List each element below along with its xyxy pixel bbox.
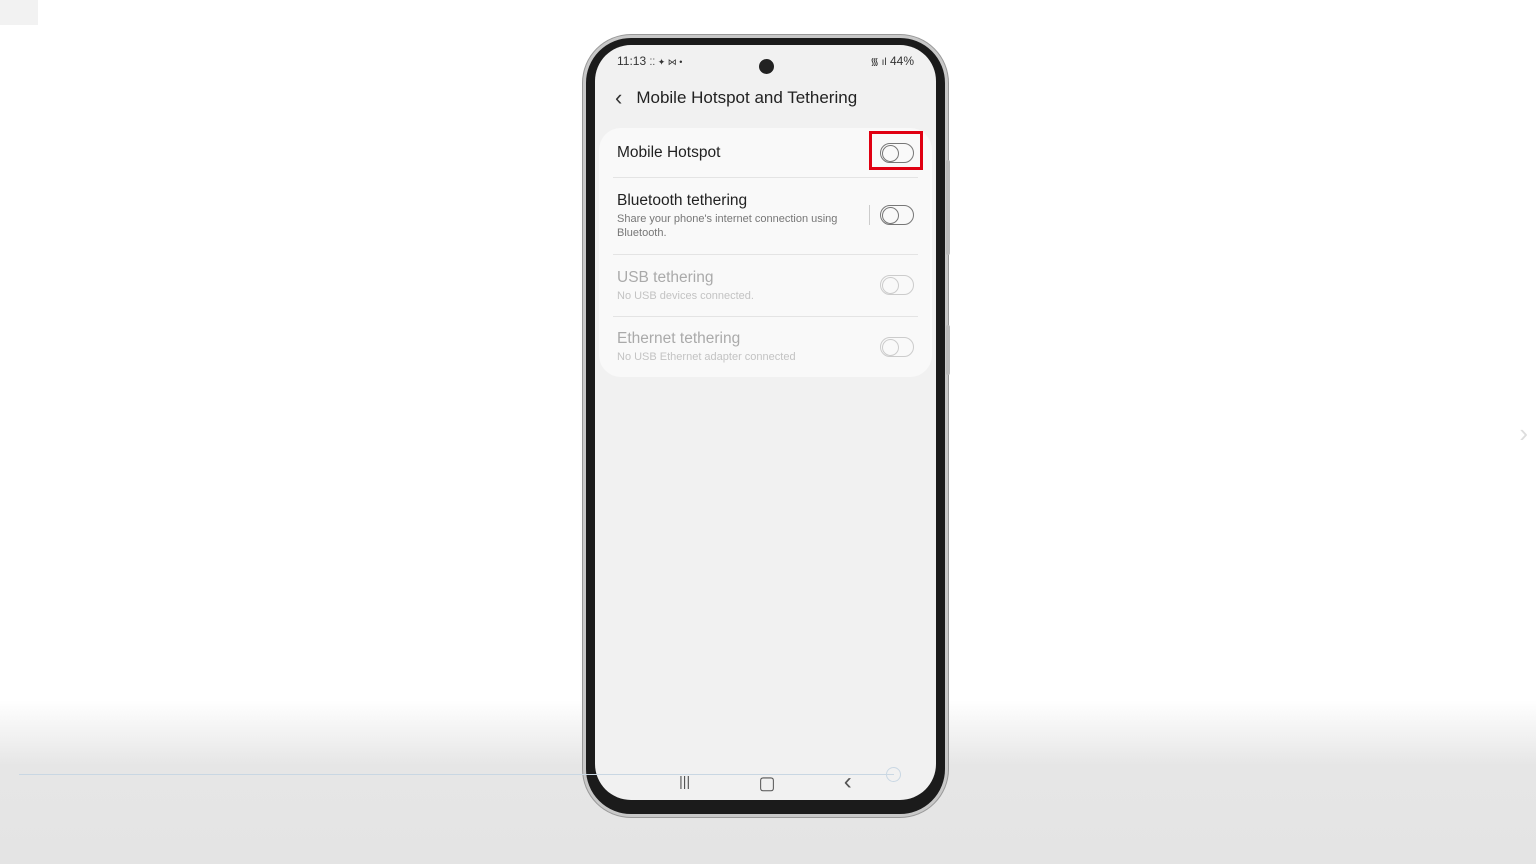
front-camera xyxy=(759,59,774,74)
ethernet-tethering-row: Ethernet tethering No USB Ethernet adapt… xyxy=(613,317,918,377)
ethernet-tethering-toggle xyxy=(880,337,914,357)
setting-title: USB tethering xyxy=(617,269,714,286)
back-nav-icon[interactable]: ‹ xyxy=(844,770,852,794)
divider xyxy=(869,205,870,225)
video-progress-handle[interactable] xyxy=(886,767,901,782)
usb-tethering-toggle xyxy=(880,275,914,295)
next-arrow-icon[interactable]: › xyxy=(1519,418,1528,449)
status-time: 11:13 xyxy=(617,54,647,68)
setting-subtitle: No USB Ethernet adapter connected xyxy=(617,351,796,363)
wifi-signal-icon: ᯾ ıl xyxy=(870,57,887,68)
home-icon[interactable]: ▢ xyxy=(758,773,775,794)
highlight-box xyxy=(869,131,923,170)
corner-overlay xyxy=(0,0,38,25)
bluetooth-tethering-toggle[interactable] xyxy=(880,205,914,225)
navigation-bar: ||| ▢ ‹ xyxy=(595,770,936,794)
setting-subtitle: Share your phone's internet connection u… xyxy=(617,213,838,239)
bluetooth-tethering-row[interactable]: Bluetooth tethering Share your phone's i… xyxy=(613,178,918,255)
notification-icons: ⁚⁚ ✦ ⋈ • xyxy=(649,57,683,67)
setting-subtitle: No USB devices connected. xyxy=(617,290,754,302)
video-progress-bar[interactable] xyxy=(19,774,894,775)
back-icon[interactable]: ‹ xyxy=(615,85,622,111)
setting-title: Ethernet tethering xyxy=(617,330,741,347)
power-button xyxy=(946,325,950,375)
usb-tethering-row: USB tethering No USB devices connected. xyxy=(613,255,918,317)
page-header: ‹ Mobile Hotspot and Tethering xyxy=(615,85,857,111)
setting-title: Mobile Hotspot xyxy=(617,143,721,161)
battery-level: 44% xyxy=(889,54,914,68)
volume-button xyxy=(946,160,950,255)
recents-icon[interactable]: ||| xyxy=(679,773,690,794)
page-title: Mobile Hotspot and Tethering xyxy=(636,88,858,107)
setting-title: Bluetooth tethering xyxy=(617,192,748,209)
